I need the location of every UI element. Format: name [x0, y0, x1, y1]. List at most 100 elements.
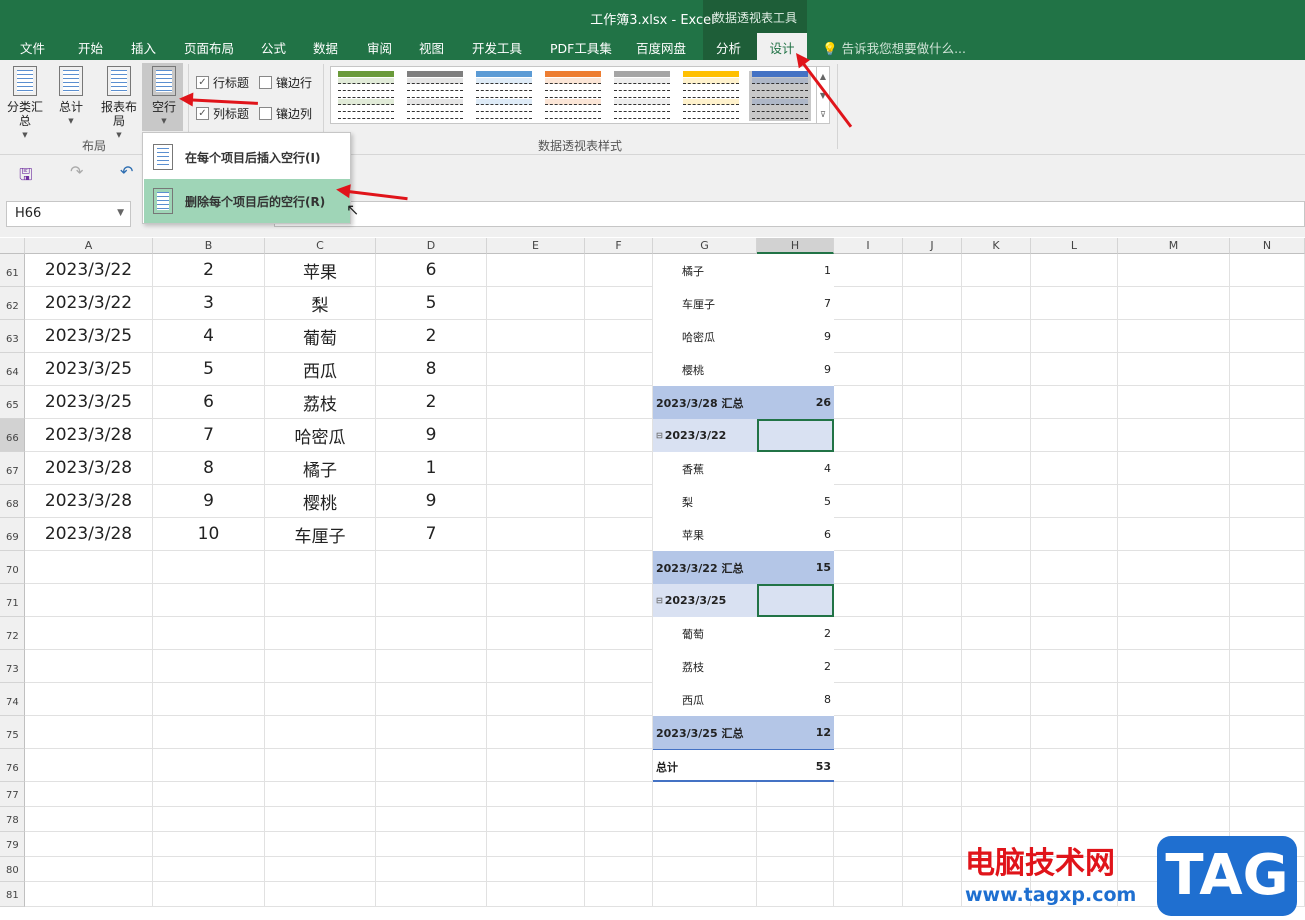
cell[interactable] — [1230, 386, 1305, 419]
tab-8[interactable]: 开发工具 — [472, 38, 522, 57]
cell[interactable]: 2023/3/28 — [25, 485, 153, 518]
cell[interactable] — [487, 320, 585, 353]
layout-button-0[interactable]: 分类汇总 ▼ — [6, 66, 44, 142]
row-header-72[interactable]: 72 — [0, 617, 25, 650]
cell[interactable] — [653, 782, 757, 807]
cell[interactable]: 2023/3/25 — [25, 353, 153, 386]
cell[interactable] — [1118, 254, 1230, 287]
cell[interactable] — [1031, 551, 1118, 584]
pivot-row-item[interactable]: 西瓜 8 — [653, 683, 834, 716]
cell[interactable] — [1118, 485, 1230, 518]
cell[interactable] — [1031, 782, 1118, 807]
cell[interactable] — [1118, 650, 1230, 683]
cell[interactable] — [1031, 320, 1118, 353]
cell[interactable] — [1230, 749, 1305, 782]
cell[interactable] — [153, 716, 265, 749]
row-header-63[interactable]: 63 — [0, 320, 25, 353]
column-header-I[interactable]: I — [834, 238, 903, 254]
cell[interactable] — [487, 485, 585, 518]
cell[interactable] — [487, 683, 585, 716]
cell[interactable] — [903, 485, 962, 518]
cell[interactable] — [487, 254, 585, 287]
cell[interactable] — [962, 518, 1031, 551]
worksheet-grid[interactable]: A B C D E F G H I J K L M N 61 2023/3/22 2 苹果 6 62 2023/3/22… — [0, 238, 1305, 920]
cell[interactable] — [1031, 518, 1118, 551]
cell[interactable] — [757, 832, 834, 857]
layout-button-3[interactable]: 空行 ▼ — [145, 66, 183, 128]
cell[interactable] — [265, 584, 376, 617]
cell[interactable] — [487, 518, 585, 551]
row-header-76[interactable]: 76 — [0, 749, 25, 782]
cell[interactable] — [1031, 419, 1118, 452]
cell[interactable] — [834, 857, 903, 882]
cell[interactable] — [834, 485, 903, 518]
cell[interactable] — [376, 650, 487, 683]
cell[interactable] — [376, 683, 487, 716]
cell[interactable] — [653, 832, 757, 857]
cell[interactable]: 8 — [376, 353, 487, 386]
checkbox-box[interactable]: ✓ — [196, 76, 209, 89]
row-header-71[interactable]: 71 — [0, 584, 25, 617]
cell[interactable] — [153, 650, 265, 683]
cell[interactable] — [1230, 683, 1305, 716]
cell[interactable] — [585, 518, 653, 551]
cell[interactable] — [265, 857, 376, 882]
cell[interactable] — [1118, 353, 1230, 386]
cell[interactable] — [834, 617, 903, 650]
cell[interactable]: 哈密瓜 — [265, 419, 376, 452]
cell[interactable]: 8 — [153, 452, 265, 485]
cell[interactable] — [585, 452, 653, 485]
cell[interactable] — [757, 857, 834, 882]
row-header-74[interactable]: 74 — [0, 683, 25, 716]
cell[interactable] — [1230, 419, 1305, 452]
cell[interactable] — [25, 716, 153, 749]
collapse-icon[interactable]: ⊟ — [656, 596, 663, 605]
cell[interactable] — [25, 882, 153, 907]
cell[interactable]: 3 — [153, 287, 265, 320]
cell[interactable]: 2 — [153, 254, 265, 287]
cell[interactable] — [962, 807, 1031, 832]
cell[interactable] — [834, 749, 903, 782]
cell[interactable] — [1230, 782, 1305, 807]
cell[interactable] — [962, 287, 1031, 320]
cell[interactable] — [903, 287, 962, 320]
pivot-style-2[interactable] — [473, 71, 535, 121]
cell[interactable] — [265, 650, 376, 683]
cell[interactable] — [903, 749, 962, 782]
cell[interactable] — [1118, 419, 1230, 452]
cell[interactable] — [25, 650, 153, 683]
cell[interactable]: 2023/3/25 — [25, 320, 153, 353]
active-cell-h66[interactable] — [757, 419, 834, 452]
cell[interactable]: 2023/3/28 — [25, 518, 153, 551]
tab-7[interactable]: 视图 — [419, 38, 444, 57]
row-header-61[interactable]: 61 — [0, 254, 25, 287]
cell[interactable]: 车厘子 — [265, 518, 376, 551]
column-header-L[interactable]: L — [1031, 238, 1118, 254]
cell[interactable]: 7 — [153, 419, 265, 452]
cell[interactable] — [153, 617, 265, 650]
cell[interactable] — [834, 882, 903, 907]
cell[interactable] — [1118, 683, 1230, 716]
pivot-style-5[interactable] — [680, 71, 742, 121]
cell[interactable] — [834, 782, 903, 807]
cell[interactable] — [265, 882, 376, 907]
cell[interactable]: 9 — [153, 485, 265, 518]
column-header-J[interactable]: J — [903, 238, 962, 254]
cell[interactable] — [1031, 683, 1118, 716]
cell[interactable] — [962, 749, 1031, 782]
cell[interactable] — [1031, 650, 1118, 683]
cell[interactable]: 2 — [376, 386, 487, 419]
column-header-E[interactable]: E — [487, 238, 585, 254]
cell[interactable] — [1031, 617, 1118, 650]
cell[interactable] — [585, 683, 653, 716]
cell[interactable] — [25, 832, 153, 857]
cell[interactable] — [1118, 551, 1230, 584]
cell[interactable] — [153, 551, 265, 584]
cell[interactable]: 4 — [153, 320, 265, 353]
row-header-75[interactable]: 75 — [0, 716, 25, 749]
cell[interactable] — [903, 518, 962, 551]
cell[interactable]: 5 — [376, 287, 487, 320]
row-header-67[interactable]: 67 — [0, 452, 25, 485]
cell[interactable] — [903, 857, 962, 882]
cell[interactable] — [585, 551, 653, 584]
